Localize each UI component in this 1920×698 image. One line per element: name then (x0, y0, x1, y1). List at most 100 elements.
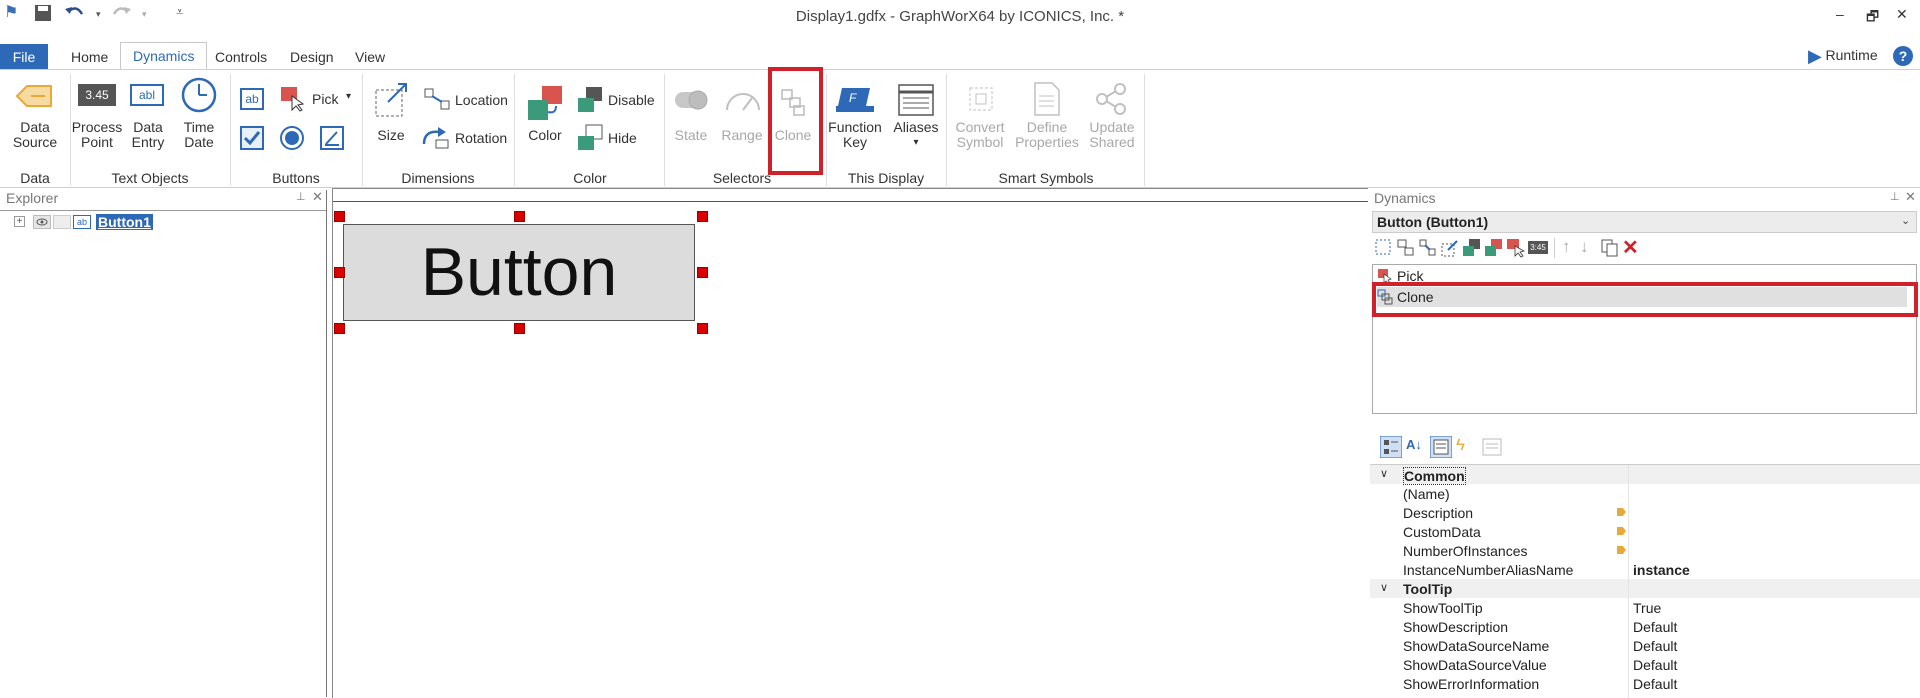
tab-home[interactable]: Home (59, 44, 120, 70)
copy-icon[interactable] (1600, 238, 1620, 258)
group-label-dimensions: Dimensions (401, 170, 475, 186)
tab-design[interactable]: Design (278, 44, 346, 70)
pin-icon[interactable]: ⊥ (296, 190, 306, 203)
hide-label: Hide (608, 130, 637, 146)
size-icon (375, 83, 407, 117)
chevron-down-icon: ⌄ (1901, 215, 1911, 227)
property-value[interactable]: Default (1633, 638, 1677, 654)
disable-dynamic-icon[interactable] (1462, 238, 1482, 258)
data-entry-label-2: Entry (131, 134, 165, 150)
runtime-button[interactable]: ▶ Runtime (1808, 46, 1878, 67)
restore-button[interactable]: 🗗 (1866, 6, 1879, 30)
lock-icon[interactable] (53, 215, 71, 229)
property-pages-icon[interactable] (1482, 438, 1502, 456)
process-point-dynamic-icon[interactable]: 3:45 (1528, 241, 1548, 254)
dynamics-title: Dynamics (1374, 190, 1436, 206)
properties-icon[interactable] (1430, 436, 1452, 458)
property-row[interactable]: Description (1370, 503, 1920, 522)
disable-label: Disable (608, 92, 655, 108)
selection-handle[interactable] (334, 267, 345, 278)
pick-label: Pick (312, 91, 339, 107)
close-icon[interactable]: ✕ (1905, 189, 1916, 205)
selection-handle[interactable] (697, 323, 708, 334)
sort-alphabetical-icon[interactable]: A↓ (1406, 437, 1422, 452)
tag-icon[interactable] (1617, 527, 1626, 535)
rotation-icon (422, 127, 449, 149)
close-icon[interactable]: ✕ (312, 189, 323, 205)
window-title: Display1.gdfx - GraphWorX64 by ICONICS, … (795, 8, 1125, 25)
tab-view[interactable]: View (343, 44, 397, 70)
object-selector-value: Button (Button1) (1377, 214, 1489, 230)
rotation-label: Rotation (455, 130, 508, 146)
canvas-button-object[interactable]: Button (343, 224, 695, 321)
move-up-icon[interactable]: ↑ (1562, 237, 1571, 257)
tab-file[interactable]: File (0, 44, 48, 70)
tag-icon[interactable] (1617, 508, 1626, 516)
expand-node-icon[interactable]: + (14, 216, 25, 227)
category-label: Common (1403, 467, 1466, 485)
pick-dynamic-icon[interactable] (1506, 238, 1526, 258)
property-value[interactable]: True (1633, 600, 1661, 616)
property-value[interactable]: Default (1633, 676, 1677, 692)
property-category-row[interactable]: ∨ ToolTip (1370, 579, 1920, 598)
button-tool-icon[interactable]: ab (240, 88, 264, 110)
selection-handle[interactable] (514, 323, 525, 334)
property-value[interactable]: Default (1633, 619, 1677, 635)
delete-icon[interactable]: ✕ (1622, 235, 1639, 260)
display-canvas[interactable]: Button (332, 188, 1368, 698)
pick-icon (281, 87, 305, 112)
property-row[interactable]: ShowToolTip True (1370, 598, 1920, 617)
selection-handle[interactable] (334, 211, 345, 222)
runtime-label: Runtime (1825, 47, 1878, 63)
function-key-label-2: Key (842, 134, 868, 150)
radio-tool-icon[interactable] (280, 126, 304, 150)
location-dynamic-icon[interactable] (1418, 238, 1438, 258)
tag-icon[interactable] (1617, 546, 1626, 554)
function-key-icon: F (836, 88, 874, 112)
explorer-node-button1[interactable]: Button1 (96, 214, 153, 230)
clone-dynamic-icon[interactable] (1396, 238, 1416, 258)
visibility-icon[interactable] (33, 215, 51, 229)
ribbon: Data Source Data 3.45 Process Point abl … (0, 67, 1920, 188)
tab-dynamics[interactable]: Dynamics (120, 42, 208, 70)
move-down-icon[interactable]: ↓ (1580, 237, 1589, 257)
minimize-button[interactable]: ‒ (1836, 6, 1844, 22)
selection-handle[interactable] (514, 211, 525, 222)
property-row[interactable]: CustomData (1370, 522, 1920, 541)
events-icon[interactable]: ϟ (1456, 435, 1465, 455)
property-row[interactable]: ShowErrorInformation Default (1370, 674, 1920, 693)
selection-handle[interactable] (334, 323, 345, 334)
range-gauge-icon (726, 93, 760, 111)
property-value[interactable]: instance (1633, 562, 1690, 578)
slider-tool-icon[interactable] (320, 126, 344, 150)
property-row[interactable]: (Name) (1370, 484, 1920, 503)
selection-handle[interactable] (697, 267, 708, 278)
property-row[interactable]: NumberOfInstances (1370, 541, 1920, 560)
property-value[interactable]: Default (1633, 657, 1677, 673)
close-button[interactable]: ✕ (1896, 6, 1908, 23)
tab-controls[interactable]: Controls (203, 44, 279, 70)
define-properties-label-2: Properties (1015, 134, 1079, 150)
property-category-row[interactable]: ∨ Common (1370, 465, 1920, 485)
selection-handle[interactable] (697, 211, 708, 222)
add-dynamic-icon[interactable] (1374, 238, 1394, 258)
update-shared-icon (1096, 83, 1126, 115)
category-label: ToolTip (1403, 581, 1453, 597)
property-row[interactable]: ShowDataSourceName Default (1370, 636, 1920, 655)
property-row[interactable]: InstanceNumberAliasName instance (1370, 560, 1920, 579)
property-row[interactable]: ShowDescription Default (1370, 617, 1920, 636)
time-date-label-1: Time (183, 119, 215, 135)
help-icon[interactable]: ? (1893, 46, 1913, 66)
checkbox-tool-icon[interactable] (240, 126, 264, 150)
property-row[interactable]: ShowDataSourceValue Default (1370, 655, 1920, 674)
collapse-icon: ∨ (1380, 468, 1389, 480)
object-selector-dropdown[interactable]: Button (Button1) ⌄ (1372, 211, 1917, 233)
ribbon-separator (1144, 74, 1145, 186)
data-source-label-1: Data (20, 119, 50, 135)
play-icon: ▶ (1808, 46, 1822, 66)
pin-icon[interactable]: ⊥ (1890, 190, 1900, 203)
size-dynamic-icon[interactable] (1440, 238, 1460, 258)
categorized-icon[interactable] (1380, 436, 1402, 458)
explorer-divider (0, 210, 326, 211)
color-dynamic-icon[interactable] (1484, 238, 1504, 258)
